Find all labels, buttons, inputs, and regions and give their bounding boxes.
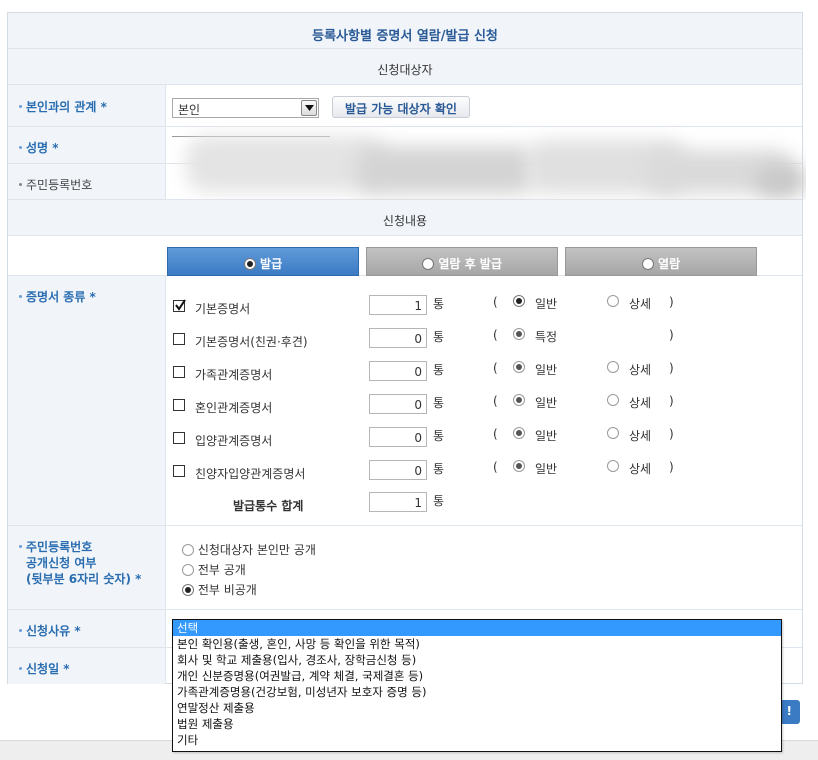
quantity-input[interactable]: 1 [369, 295, 427, 315]
form-title-row: 등록사항별 증명서 열람/발급 신청 [8, 13, 802, 49]
unit-label: 통 [433, 297, 445, 311]
radio-icon[interactable] [182, 543, 194, 556]
bullet-icon [19, 105, 22, 108]
relation-row: 본인과의 관계 * 본인 발급 가능 대상자 확인 [8, 85, 802, 127]
section-title: 신청내용 [382, 214, 428, 228]
radio-icon [641, 257, 654, 270]
relation-select-value: 본인 [178, 103, 201, 117]
relation-label: 본인과의 관계 * [8, 85, 166, 126]
certificate-name: 기본증명서 [195, 302, 251, 316]
name-label: 성명 * [8, 127, 166, 163]
radio-detail[interactable] [607, 427, 619, 439]
radio-detail[interactable] [607, 361, 619, 373]
tab-issue[interactable]: 발급 [167, 247, 359, 276]
check-icon [175, 299, 186, 311]
certificate-item-basic-guardian: 기본증명서(친권·후견) 0 통 ( 특정 ) [173, 328, 793, 350]
bullet-icon [19, 545, 22, 548]
certificate-name: 친양자입양관계증명서 [195, 467, 306, 481]
reason-dropdown-list[interactable]: 선택 본인 확인용(출생, 혼인, 사망 등 확인을 위한 목적) 회사 및 학… [172, 619, 782, 752]
checkbox[interactable] [173, 366, 185, 378]
certificate-name: 가족관계증명서 [195, 368, 273, 382]
disclosure-row: 주민등록번호 공개신청 여부 (뒷부분 6자리 숫자) * 신청대상자 본인만 … [8, 526, 802, 610]
bullet-icon [19, 146, 22, 149]
radio-detail[interactable] [607, 394, 619, 406]
reason-option[interactable]: 가족관계증명용(건강보험, 미성년자 보호자 증명 등) [173, 684, 781, 700]
certificate-item-marriage: 혼인관계증명서 0 통 ( 일반 상세 ) [173, 394, 793, 416]
certificate-name: 입양관계증명서 [195, 434, 273, 448]
disclosure-label: 주민등록번호 공개신청 여부 (뒷부분 6자리 숫자) * [8, 526, 166, 609]
bullet-icon [19, 183, 22, 186]
reason-option[interactable]: 본인 확인용(출생, 혼인, 사망 등 확인을 위한 목적) [173, 636, 781, 652]
radio-general[interactable] [513, 295, 525, 307]
disclosure-option-partial[interactable]: 신청대상자 본인만 공개 [182, 541, 316, 558]
reason-label: 신청사유 * [8, 610, 166, 647]
quantity-input[interactable]: 0 [369, 427, 427, 447]
certificate-total-row: 발급통수 합계 1 통 [233, 492, 445, 513]
checkbox[interactable] [173, 432, 185, 444]
radio-detail[interactable] [607, 295, 619, 307]
reason-option[interactable]: 법원 제출용 [173, 716, 781, 732]
radio-icon [243, 257, 256, 270]
certificate-item-basic: 기본증명서 1 통 ( 일반 상세 ) [173, 295, 793, 317]
disclosure-option-none[interactable]: 전부 비공개 [182, 581, 257, 598]
radio-general[interactable] [513, 361, 525, 373]
checkbox[interactable] [173, 333, 185, 345]
total-label: 발급통수 합계 [233, 499, 304, 513]
radio-general[interactable] [513, 460, 525, 472]
bullet-icon [19, 667, 22, 670]
reason-option[interactable]: 연말정산 제출용 [173, 700, 781, 716]
radio-specific[interactable] [513, 328, 525, 340]
date-label: 신청일 * [8, 648, 166, 684]
checkbox[interactable] [173, 465, 185, 477]
certificate-item-full-adoption: 친양자입양관계증명서 0 통 ( 일반 상세 ) [173, 460, 793, 482]
issue-type-tabs: 발급 열람 후 발급 열람 [8, 236, 802, 276]
total-quantity: 1 [369, 492, 427, 512]
page-title: 등록사항별 증명서 열람/발급 신청 [312, 29, 498, 44]
quantity-input[interactable]: 0 [369, 361, 427, 381]
reason-option[interactable]: 기타 [173, 732, 781, 748]
relation-select[interactable]: 본인 [172, 98, 319, 118]
tab-view-then-issue[interactable]: 열람 후 발급 [366, 247, 558, 276]
certificate-item-family: 가족관계증명서 0 통 ( 일반 상세 ) [173, 361, 793, 383]
radio-detail[interactable] [607, 460, 619, 472]
resident-number-label: 주민등록번호 [8, 164, 166, 199]
radio-general[interactable] [513, 394, 525, 406]
check-eligible-button[interactable]: 발급 가능 대상자 확인 [332, 96, 470, 118]
section-header-applicant: 신청대상자 [8, 49, 802, 85]
radio-general[interactable] [513, 427, 525, 439]
bullet-icon [19, 295, 22, 298]
checkbox[interactable] [173, 399, 185, 411]
reason-option[interactable]: 회사 및 학교 제출용(입사, 경조사, 장학금신청 등) [173, 652, 781, 668]
radio-icon[interactable] [182, 563, 194, 576]
tab-view[interactable]: 열람 [565, 247, 757, 276]
bullet-icon [19, 629, 22, 632]
disclosure-option-all[interactable]: 전부 공개 [182, 561, 246, 578]
quantity-input[interactable]: 0 [369, 394, 427, 414]
certificate-item-adoption: 입양관계증명서 0 통 ( 일반 상세 ) [173, 427, 793, 449]
section-title: 신청대상자 [377, 63, 433, 77]
reason-option[interactable]: 선택 [173, 620, 781, 636]
reason-option[interactable]: 개인 신분증명용(여권발급, 계약 체결, 국제결혼 등) [173, 668, 781, 684]
certificate-name: 기본증명서(친권·후견) [195, 335, 308, 349]
section-header-content: 신청내용 [8, 200, 802, 236]
quantity-input[interactable]: 0 [369, 328, 427, 348]
chevron-down-icon[interactable] [301, 100, 317, 116]
certificate-type-label: 증명서 종류 * [8, 276, 166, 525]
checkbox[interactable] [173, 299, 186, 312]
redacted-personal-info [166, 126, 806, 200]
radio-icon[interactable] [182, 583, 194, 596]
certificate-name: 혼인관계증명서 [195, 401, 273, 415]
radio-icon [422, 257, 435, 270]
quantity-input[interactable]: 0 [369, 460, 427, 480]
